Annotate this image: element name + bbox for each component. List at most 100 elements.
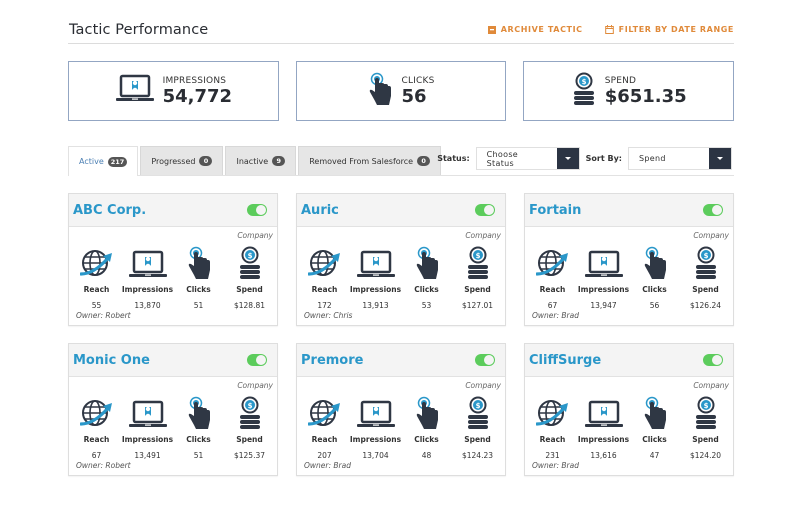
card-title[interactable]: Premore xyxy=(301,353,363,368)
coin-stack-icon: $ xyxy=(693,246,719,280)
card-title[interactable]: Auric xyxy=(301,203,339,218)
archive-tactic-button[interactable]: ARCHIVE TACTIC xyxy=(487,25,583,34)
coin-stack-icon: $ xyxy=(465,396,491,430)
tactic-card[interactable]: Fortain Company Reach 67 Impressions 13,… xyxy=(524,193,734,326)
tab-removed-from-salesforce[interactable]: Removed From Salesforce 0 xyxy=(298,146,442,175)
sort-by-select[interactable]: Spend xyxy=(628,147,732,170)
metric-reach: Reach 172 xyxy=(300,246,350,310)
archive-tactic-label: ARCHIVE TACTIC xyxy=(500,25,583,34)
page-title: Tactic Performance xyxy=(69,22,209,38)
tactic-card[interactable]: ABC Corp. Company Reach 55 Impressions 1… xyxy=(68,193,278,326)
globe-growth-icon xyxy=(307,246,342,280)
metric-impressions: Impressions 13,491 xyxy=(121,396,174,460)
metric-clicks: Clicks 51 xyxy=(174,246,224,310)
status-select[interactable]: Choose Status xyxy=(475,147,580,170)
metric-value: 51 xyxy=(193,451,204,460)
card-type: Company xyxy=(237,381,273,390)
count-badge: 217 xyxy=(107,156,128,167)
metric-label: Reach xyxy=(311,285,338,294)
metric-clicks: Clicks 47 xyxy=(630,396,680,460)
count-badge: 0 xyxy=(417,156,431,166)
metric-label: Spend xyxy=(692,285,719,294)
enabled-toggle[interactable] xyxy=(475,204,495,216)
metric-label: Spend xyxy=(236,285,263,294)
chevron-down-icon[interactable] xyxy=(709,148,731,169)
metric-label: Clicks xyxy=(414,285,439,294)
globe-growth-icon xyxy=(307,396,342,430)
metric-spend: $ Spend $127.01 xyxy=(453,246,503,310)
enabled-toggle[interactable] xyxy=(247,354,267,366)
laptop-user-icon xyxy=(115,74,155,108)
metric-spend: $ Spend $128.81 xyxy=(225,246,275,310)
metric-value: 47 xyxy=(649,451,660,460)
chevron-down-icon[interactable] xyxy=(556,148,579,169)
metric-label: Impressions xyxy=(121,435,174,444)
metric-value: 13,870 xyxy=(134,301,161,310)
tactic-card[interactable]: Monic One Company Reach 67 Impressions 1… xyxy=(68,343,278,476)
metric-reach: Reach 231 xyxy=(528,396,578,460)
metric-value: 53 xyxy=(421,301,432,310)
card-title[interactable]: Monic One xyxy=(73,353,150,368)
tab-active[interactable]: Active 217 xyxy=(68,146,139,176)
card-header: CliffSurge xyxy=(525,344,733,377)
metric-value: $127.01 xyxy=(461,301,493,310)
metric-value: 56 xyxy=(649,301,660,310)
status-filter-label: Status: xyxy=(437,154,470,163)
tab-progressed[interactable]: Progressed 0 xyxy=(140,146,224,175)
metric-value: 172 xyxy=(317,301,332,310)
enabled-toggle[interactable] xyxy=(475,354,495,366)
tactic-card[interactable]: CliffSurge Company Reach 231 Impressions… xyxy=(524,343,734,476)
pointer-hand-icon xyxy=(186,246,212,280)
metric-value: $124.20 xyxy=(689,451,721,460)
card-title[interactable]: ABC Corp. xyxy=(73,203,146,218)
filter-date-range-button[interactable]: FILTER BY DATE RANGE xyxy=(604,25,734,34)
pointer-hand-icon xyxy=(367,72,393,110)
coin-stack-icon: $ xyxy=(571,72,597,110)
card-owner: Owner: Chris xyxy=(304,311,353,320)
card-owner: Owner: Robert xyxy=(76,461,131,470)
svg-text:$: $ xyxy=(703,402,708,410)
metric-reach: Reach 55 xyxy=(72,246,122,310)
tab-inactive[interactable]: Inactive 9 xyxy=(225,146,297,175)
stat-value: 56 xyxy=(401,85,427,107)
card-title[interactable]: CliffSurge xyxy=(529,353,601,368)
metric-label: Impressions xyxy=(121,285,174,294)
summary-stats: IMPRESSIONS 54,772 CLICKS 56 $ SPEND $65… xyxy=(68,61,735,121)
svg-text:$: $ xyxy=(703,252,708,260)
coin-stack-icon: $ xyxy=(237,246,263,280)
tactic-card[interactable]: Auric Company Reach 172 Impressions 13,9… xyxy=(296,193,506,326)
card-metrics: Reach 207 Impressions 13,704 Clicks 48 $… xyxy=(297,396,505,460)
metric-impressions: Impressions 13,947 xyxy=(577,246,630,310)
svg-text:$: $ xyxy=(475,252,480,260)
metric-spend: $ Spend $126.24 xyxy=(681,246,731,310)
metric-impressions: Impressions 13,870 xyxy=(121,246,174,310)
metric-clicks: Clicks 56 xyxy=(630,246,680,310)
count-badge: 0 xyxy=(199,156,213,166)
enabled-toggle[interactable] xyxy=(247,204,267,216)
tab-label: Active xyxy=(79,157,104,166)
tactic-card[interactable]: Premore Company Reach 207 Impressions 13… xyxy=(296,343,506,476)
count-badge: 9 xyxy=(272,156,286,166)
metric-value: 48 xyxy=(421,451,432,460)
card-metrics: Reach 55 Impressions 13,870 Clicks 51 $ … xyxy=(69,246,277,310)
metric-clicks: Clicks 51 xyxy=(174,396,224,460)
metric-label: Reach xyxy=(311,435,338,444)
stat-value: $651.35 xyxy=(604,85,687,107)
card-header: Premore xyxy=(297,344,505,377)
card-title[interactable]: Fortain xyxy=(529,203,581,218)
card-metrics: Reach 67 Impressions 13,491 Clicks 51 $ … xyxy=(69,396,277,460)
filter-date-range-label: FILTER BY DATE RANGE xyxy=(618,25,734,34)
metric-label: Reach xyxy=(83,285,110,294)
calendar-icon xyxy=(604,25,614,34)
tactic-toolbar: Active 217 Progressed 0 Inactive 9 Remov… xyxy=(68,146,734,176)
enabled-toggle[interactable] xyxy=(703,354,723,366)
metric-impressions: Impressions 13,704 xyxy=(350,396,401,460)
filters: Status: Choose Status Sort By: Spend xyxy=(437,147,732,170)
svg-text:$: $ xyxy=(247,252,252,260)
pointer-hand-icon xyxy=(642,396,668,430)
pointer-hand-icon xyxy=(414,246,440,280)
card-owner: Owner: Brad xyxy=(532,461,579,470)
coin-stack-icon: $ xyxy=(465,246,491,280)
metric-label: Impressions xyxy=(577,285,630,294)
enabled-toggle[interactable] xyxy=(703,204,723,216)
